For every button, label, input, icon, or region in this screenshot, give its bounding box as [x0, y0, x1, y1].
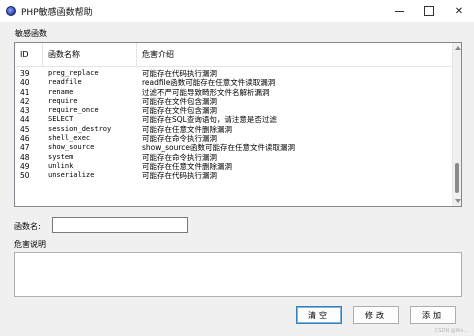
app-icon — [6, 6, 16, 16]
table-row[interactable]: 41 rename 过滤不严可能导致畸形文件名解析漏洞 — [15, 88, 453, 97]
cell-id: 46 — [20, 134, 30, 144]
cell-id: 40 — [20, 78, 30, 88]
cell-id: 49 — [20, 161, 30, 171]
table-row[interactable]: 50 unserialize 可能存在代码执行漏洞 — [15, 171, 453, 180]
table-row[interactable]: 40 readfile readfile函数可能存在任意文件读取漏洞 — [15, 78, 453, 87]
table-row[interactable]: 43 require_once 可能存在文件包含漏洞 — [15, 106, 453, 115]
cell-description: show_source函数可能存在任意文件读取漏洞 — [142, 143, 296, 153]
modify-button[interactable]: 修改 — [353, 306, 399, 324]
scrollbar-thumb[interactable] — [455, 163, 459, 193]
cell-description: 可能存在命令执行漏洞 — [142, 134, 217, 144]
cell-id: 50 — [20, 171, 30, 181]
table-row[interactable]: 42 require 可能存在文件包含漏洞 — [15, 97, 453, 106]
column-header-desc[interactable]: 危害介绍 — [137, 43, 453, 67]
cell-description: readfile函数可能存在任意文件读取漏洞 — [142, 78, 276, 88]
cell-id: 42 — [20, 96, 30, 106]
cell-function-name: system — [48, 152, 74, 161]
function-name-label: 函数名: — [14, 222, 41, 231]
cell-description: 可能存在文件包含漏洞 — [142, 96, 217, 106]
table-row[interactable]: 44 SELECT 可能存在SQL查询语句，请注意是否过滤 — [15, 115, 453, 124]
cell-function-name: shell_exec — [48, 134, 91, 143]
cell-description: 可能存在文件包含漏洞 — [142, 106, 217, 116]
table-body: 39 preg_replace 可能存在代码执行漏洞 40 readfile readfi… — [15, 69, 453, 181]
cell-description: 可能存在命令执行漏洞 — [142, 152, 217, 162]
cell-function-name: preg_replace — [48, 69, 99, 77]
cell-function-name: rename — [48, 87, 74, 96]
cell-description: 过滤不严可能导致畸形文件名解析漏洞 — [142, 87, 270, 97]
cell-id: 44 — [20, 115, 30, 125]
cell-description: 可能存在任意文件删除漏洞 — [142, 124, 232, 134]
cell-id: 39 — [20, 69, 30, 78]
scroll-down-arrow-icon[interactable] — [454, 199, 461, 203]
cell-function-name: session_destroy — [48, 124, 112, 133]
title-bar: PHP敏感函数帮助 ✕ — [0, 0, 474, 22]
cell-id: 48 — [20, 152, 30, 162]
table-header: ID 函数名称 危害介绍 — [15, 43, 453, 67]
watermark: CSDN @Ws... — [434, 328, 468, 334]
scroll-up-arrow-icon[interactable] — [454, 46, 461, 50]
table-row[interactable]: 48 system 可能存在命令执行漏洞 — [15, 153, 453, 162]
table-row[interactable]: 45 session_destroy 可能存在任意文件删除漏洞 — [15, 125, 453, 134]
sensitive-functions-label: 敏感函数 — [15, 29, 47, 38]
cell-id: 45 — [20, 124, 30, 134]
table-row[interactable]: 39 preg_replace 可能存在代码执行漏洞 — [15, 69, 453, 78]
cell-description: 可能存在代码执行漏洞 — [142, 69, 217, 78]
cell-id: 41 — [20, 87, 30, 97]
function-name-input[interactable] — [52, 217, 188, 233]
cell-function-name: unlink — [48, 161, 74, 170]
minimize-button[interactable] — [384, 0, 414, 22]
cell-function-name: readfile — [48, 78, 82, 87]
table-row[interactable]: 49 unlink 可能存在任意文件删除漏洞 — [15, 162, 453, 171]
clear-button[interactable]: 清空 — [296, 306, 342, 324]
column-header-name[interactable]: 函数名称 — [43, 43, 137, 67]
danger-description-textarea[interactable] — [14, 252, 462, 297]
cell-description: 可能存在代码执行漏洞 — [142, 171, 217, 181]
cell-function-name: require — [48, 96, 78, 105]
cell-function-name: show_source — [48, 143, 95, 152]
cell-function-name: require_once — [48, 106, 99, 115]
maximize-button[interactable] — [414, 0, 444, 22]
window-title: PHP敏感函数帮助 — [21, 7, 93, 18]
table-row[interactable]: 46 shell_exec 可能存在命令执行漏洞 — [15, 134, 453, 143]
danger-description-label: 危害说明 — [14, 240, 46, 249]
table-row[interactable]: 47 show_source show_source函数可能存在任意文件读取漏洞 — [15, 143, 453, 152]
cell-id: 43 — [20, 106, 30, 116]
vertical-scrollbar[interactable] — [452, 43, 461, 206]
cell-function-name: SELECT — [48, 115, 74, 124]
window-controls: ✕ — [384, 0, 474, 22]
functions-table: ID 函数名称 危害介绍 39 preg_replace 可能存在代码执行漏洞 40 r… — [14, 42, 462, 207]
column-header-id[interactable]: ID — [15, 43, 43, 67]
cell-id: 47 — [20, 143, 30, 153]
add-button[interactable]: 添加 — [410, 306, 456, 324]
cell-function-name: unserialize — [48, 171, 95, 180]
cell-description: 可能存在任意文件删除漏洞 — [142, 161, 232, 171]
close-button[interactable]: ✕ — [444, 0, 474, 22]
cell-description: 可能存在SQL查询语句，请注意是否过滤 — [142, 115, 277, 125]
